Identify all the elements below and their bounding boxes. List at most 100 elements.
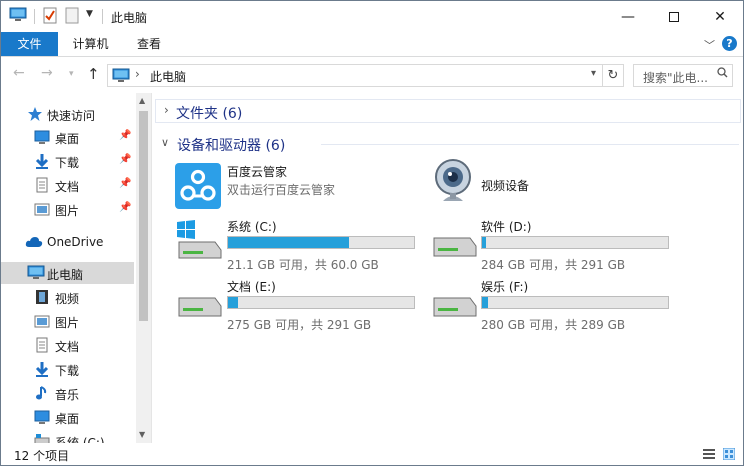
nav-label: 桌面	[55, 412, 80, 426]
download-arrow-icon	[34, 153, 50, 169]
maximize-icon	[669, 11, 679, 22]
document-icon	[34, 337, 50, 353]
address-bar[interactable]: › 此电脑 ▾	[107, 64, 603, 87]
folders-group-title: 文件夹 (6)	[176, 106, 243, 122]
close-button[interactable]: ✕	[697, 1, 743, 32]
download-arrow-icon	[34, 361, 50, 377]
nav-label: 音乐	[55, 388, 80, 402]
chevron-down-icon[interactable]: ∨	[161, 136, 169, 149]
drive-tile-d[interactable]: 软件 (D:) 284 GB 可用，共 291 GB	[428, 218, 678, 278]
nav-quick-desktop[interactable]: 桌面 📌	[1, 126, 134, 148]
webcam-icon	[433, 157, 473, 212]
search-box[interactable]: 搜索"此电...	[633, 64, 733, 87]
up-arrow-icon[interactable]: ↑	[87, 65, 100, 83]
breadcrumb-this-pc[interactable]: 此电脑	[150, 68, 186, 85]
tab-file[interactable]: 文件	[1, 32, 58, 56]
desktop-icon	[34, 409, 50, 425]
tab-computer[interactable]: 计算机	[63, 32, 118, 56]
folders-group-header[interactable]: › 文件夹 (6)	[155, 99, 741, 123]
quick-access-separator	[34, 9, 35, 24]
app-tile-baidu-cloud[interactable]: 百度云管家 双击运行百度云管家	[173, 163, 423, 223]
group-divider-line	[321, 144, 739, 145]
drive-usage-bar	[481, 296, 669, 309]
nav-pc-system-drive[interactable]: 系统 (C:)	[1, 430, 134, 443]
search-input[interactable]: 搜索"此电...	[643, 69, 708, 86]
chevron-right-icon: ›	[164, 103, 169, 117]
nav-label: 系统 (C:)	[55, 436, 105, 443]
nav-pc-desktop[interactable]: 桌面	[1, 406, 134, 428]
breadcrumb-chevron-icon[interactable]: ›	[135, 67, 140, 81]
drive-name: 软件 (D:)	[481, 220, 532, 234]
nav-label: 文档	[55, 340, 80, 354]
devices-group-title[interactable]: 设备和驱动器 (6)	[177, 135, 285, 155]
back-arrow-icon[interactable]: ←	[13, 65, 25, 81]
drive-free-space: 280 GB 可用，共 289 GB	[481, 318, 626, 332]
scrollbar-thumb[interactable]	[139, 111, 148, 321]
pin-icon[interactable]: 📌	[119, 178, 131, 189]
app-name: 视频设备	[481, 179, 530, 193]
drive-tile-c[interactable]: 系统 (C:) 21.1 GB 可用，共 60.0 GB	[173, 218, 423, 278]
search-icon	[717, 67, 728, 81]
new-folder-icon[interactable]	[65, 7, 79, 27]
recent-locations-icon[interactable]: ▾	[69, 69, 74, 79]
details-view-icon[interactable]	[703, 448, 715, 460]
nav-pc-videos[interactable]: 视频	[1, 286, 134, 308]
nav-label: 下载	[55, 364, 80, 378]
picture-icon	[34, 201, 50, 217]
maximize-button[interactable]	[651, 1, 697, 32]
nav-label: 文档	[55, 180, 80, 194]
baidu-cloud-icon	[175, 163, 221, 212]
item-count: 12 个项目	[14, 449, 70, 463]
title-bar: ▼ 此电脑 — ✕	[1, 1, 743, 32]
nav-pc-documents[interactable]: 文档	[1, 334, 134, 356]
pane-divider[interactable]	[151, 93, 152, 443]
properties-icon[interactable]	[42, 7, 58, 27]
minimize-button[interactable]: —	[605, 1, 651, 32]
pin-icon[interactable]: 📌	[119, 154, 131, 165]
expand-ribbon-icon[interactable]: ﹀	[704, 37, 715, 53]
film-icon	[34, 289, 50, 305]
pin-icon[interactable]: 📌	[119, 130, 131, 141]
nav-quick-access[interactable]: 快速访问	[1, 103, 134, 125]
nav-quick-downloads[interactable]: 下载 📌	[1, 150, 134, 172]
nav-pc-pictures[interactable]: 图片	[1, 310, 134, 332]
quick-access-dropdown-icon[interactable]: ▼	[86, 9, 93, 19]
nav-pc-music[interactable]: 音乐	[1, 382, 134, 404]
drive-name: 娱乐 (F:)	[481, 280, 529, 294]
drive-usage-fill	[228, 237, 349, 248]
content-area: › 文件夹 (6) ∨ 设备和驱动器 (6) 百度云管家 双击运行百度云管家 视…	[153, 93, 743, 443]
refresh-button[interactable]: ↻	[602, 64, 624, 87]
nav-label: 下载	[55, 156, 80, 170]
pin-icon[interactable]: 📌	[119, 202, 131, 213]
large-icons-view-icon[interactable]	[722, 447, 736, 461]
minimize-icon: —	[621, 8, 635, 25]
tab-view[interactable]: 查看	[128, 32, 170, 56]
help-icon[interactable]: ?	[722, 36, 737, 51]
nav-onedrive[interactable]: OneDrive	[1, 231, 134, 253]
desktop-icon	[34, 129, 50, 145]
nav-pc-downloads[interactable]: 下载	[1, 358, 134, 380]
nav-pane-scrollbar[interactable]: ▲ ▼	[136, 93, 151, 443]
drive-icon	[430, 236, 478, 261]
drive-name: 系统 (C:)	[227, 220, 277, 234]
picture-icon	[34, 313, 50, 329]
forward-arrow-icon[interactable]: →	[41, 65, 53, 81]
app-tile-video-device[interactable]: 视频设备	[433, 159, 683, 223]
close-icon: ✕	[714, 8, 726, 25]
drive-tile-f[interactable]: 娱乐 (F:) 280 GB 可用，共 289 GB	[428, 278, 678, 338]
nav-this-pc[interactable]: 此电脑	[1, 262, 134, 284]
address-dropdown-icon[interactable]: ▾	[591, 68, 596, 79]
drive-usage-fill	[228, 297, 239, 308]
navigation-bar: ← → ▾ ↑ › 此电脑 ▾ ↻ 搜索"此电...	[1, 57, 743, 93]
drive-icon	[430, 296, 478, 321]
nav-quick-documents[interactable]: 文档 📌	[1, 174, 134, 196]
title-separator	[102, 9, 103, 24]
drive-usage-bar	[227, 296, 415, 309]
drive-usage-fill	[482, 237, 487, 248]
ribbon-tabs: 文件 计算机 查看 ﹀ ?	[1, 32, 743, 57]
scroll-down-icon[interactable]: ▼	[139, 430, 145, 439]
drive-name: 文档 (E:)	[227, 280, 276, 294]
drive-tile-e[interactable]: 文档 (E:) 275 GB 可用，共 291 GB	[173, 278, 423, 338]
scroll-up-icon[interactable]: ▲	[139, 96, 145, 105]
nav-quick-pictures[interactable]: 图片 📌	[1, 198, 134, 220]
